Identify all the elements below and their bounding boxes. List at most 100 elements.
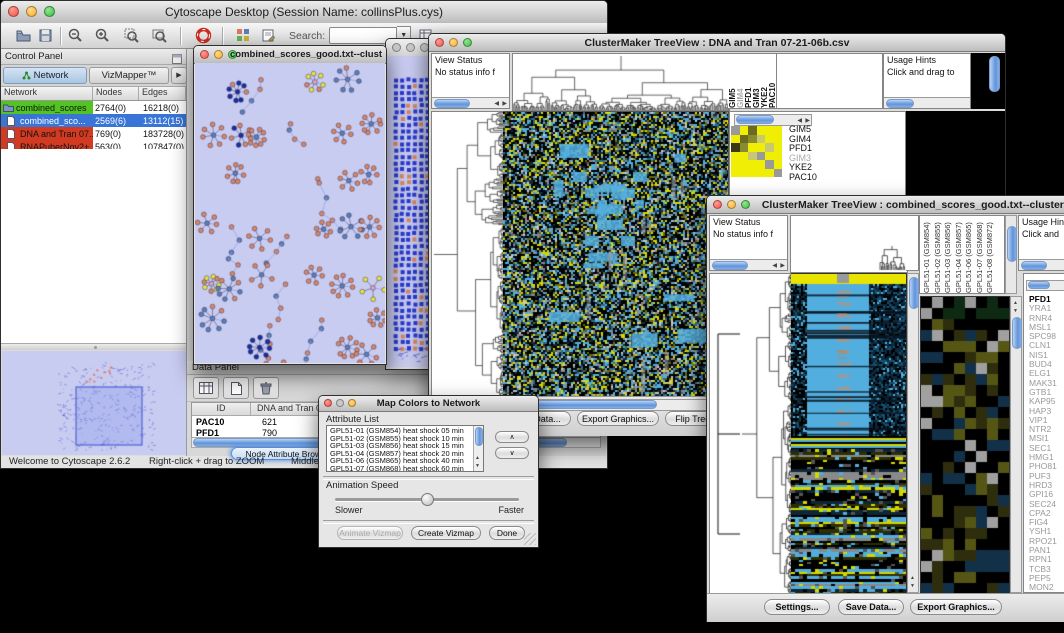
heatmap-cell[interactable] [740, 126, 749, 135]
tv1-row-dendrogram[interactable] [431, 111, 505, 398]
tv2-button-export-graphics[interactable]: Export Graphics... [910, 599, 1002, 615]
dialog-button-done[interactable]: Done [489, 526, 525, 540]
animation-speed-slider[interactable] [335, 498, 519, 501]
heatmap-cell[interactable] [765, 143, 774, 152]
scroll-right-icon[interactable]: ▶ [780, 262, 785, 270]
panel-splitter[interactable] [1, 344, 186, 350]
tv2-zoom-heatmap[interactable] [920, 296, 1010, 595]
scroll-up-icon[interactable]: ▲ [1013, 299, 1018, 307]
tv2-status-hscrollbar[interactable]: ◀ ▶ [710, 259, 787, 270]
heatmap-cell[interactable] [740, 160, 749, 169]
network-tree-empty-area[interactable] [1, 149, 186, 344]
heatmap-cell[interactable] [765, 169, 774, 178]
tv2-button-save-data[interactable]: Save Data... [838, 599, 904, 615]
heatmap-cell[interactable] [774, 135, 783, 144]
heatmap-cell[interactable] [740, 152, 749, 161]
birdseye-toggle-icon[interactable] [235, 27, 252, 44]
attribute-list-item[interactable]: GPL51-03 (GSM856) heat shock 15 min [328, 442, 473, 450]
heatmap-cell[interactable] [748, 169, 757, 178]
close-button[interactable] [713, 200, 722, 209]
scroll-left-icon[interactable]: ◀ [494, 100, 499, 108]
heatmap-cell[interactable] [757, 126, 766, 135]
column-header-nodes[interactable]: Nodes [93, 87, 139, 100]
scroll-down-icon[interactable]: ▼ [475, 462, 480, 470]
attribute-list[interactable]: GPL51-01 (GSM854) heat shock 05 minGPL51… [326, 425, 484, 472]
heatmap-cell[interactable] [774, 169, 783, 178]
resize-grip[interactable] [524, 533, 536, 545]
heatmap-cell[interactable] [731, 152, 740, 161]
tab-overflow-button[interactable]: ▶ [171, 67, 187, 84]
heatmap-cell[interactable] [774, 126, 783, 135]
scroll-down-icon[interactable]: ▼ [1013, 307, 1018, 315]
help-lifesaver-icon[interactable] [195, 27, 212, 44]
heatmap-cell[interactable] [757, 143, 766, 152]
minimize-button[interactable] [727, 200, 736, 209]
save-session-icon[interactable] [37, 27, 54, 44]
heatmap-cell[interactable] [748, 126, 757, 135]
dialog-button-animate-vizmap[interactable]: Animate Vizmap [337, 526, 403, 540]
attribute-list-item[interactable]: GPL51-02 (GSM855) heat shock 10 min [328, 435, 473, 443]
network-tree-row[interactable]: combined_scores2764(0)16218(0) [1, 101, 186, 114]
heatmap-cell[interactable] [740, 169, 749, 178]
scroll-down-icon[interactable]: ▼ [910, 582, 915, 590]
tv1-row-label[interactable]: PAC10 [789, 173, 817, 183]
tv2-column-label[interactable]: GPL51-08 (GSM872) [985, 216, 996, 293]
tv2-row-label[interactable]: MON2 [1029, 583, 1057, 592]
heatmap-cell[interactable] [765, 126, 774, 135]
tv1-right-vscroll-thumb[interactable] [989, 56, 1000, 92]
tv2-collabel-vscrollbar[interactable] [1005, 215, 1017, 294]
heatmap-cell[interactable] [774, 160, 783, 169]
tv2-button-settings[interactable]: Settings... [764, 599, 830, 615]
new-attribute-icon[interactable] [223, 377, 249, 399]
tv2-row-dendrogram[interactable] [709, 273, 793, 595]
move-up-button[interactable]: ∧ [495, 431, 529, 443]
tv2-column-label[interactable]: GPL51-06 (GSM865) [964, 216, 975, 293]
tv2-column-label[interactable]: GPL51-03 (GSM856) [943, 216, 954, 293]
attribute-list-item[interactable]: GPL51-06 (GSM865) heat shock 40 min [328, 457, 473, 465]
tv2-column-label[interactable]: GPL51-04 (GSM857) [954, 216, 965, 293]
heatmap-cell[interactable] [731, 160, 740, 169]
attribute-list-vscrollbar[interactable]: ▲ ▼ [473, 426, 483, 471]
tv1-column-label[interactable]: PAC10 [768, 54, 776, 108]
minimize-button[interactable] [406, 43, 415, 52]
network-tree-row[interactable]: DNA and Tran 07...769(0)183728(0) [1, 127, 186, 140]
float-panel-icon[interactable] [172, 51, 182, 69]
tv2-label-hscrollbar[interactable] [1026, 280, 1064, 291]
tv2-zoom-vscrollbar[interactable]: ▲ ▼ [1010, 296, 1022, 593]
slider-thumb[interactable] [421, 493, 434, 506]
snapshot-icon[interactable] [260, 27, 277, 44]
heatmap-cell[interactable] [740, 143, 749, 152]
heatmap-cell[interactable] [748, 160, 757, 169]
heatmap-cell[interactable] [765, 160, 774, 169]
tv2-hints-hscrollbar[interactable] [1019, 259, 1064, 270]
tv1-column-label[interactable]: GIM3 [752, 54, 760, 108]
attribute-list-item[interactable]: GPL51-01 (GSM854) heat shock 05 min [328, 427, 473, 435]
scroll-left-icon[interactable]: ◀ [772, 262, 777, 270]
scroll-up-icon[interactable]: ▲ [910, 574, 915, 582]
close-button[interactable] [200, 50, 209, 59]
scroll-right-icon[interactable]: ▶ [502, 100, 507, 108]
zoom-fit-icon[interactable] [151, 27, 168, 44]
tv1-status-hscrollbar[interactable]: ◀ ▶ [432, 97, 509, 108]
attribute-list-item[interactable]: GPL51-04 (GSM857) heat shock 20 min [328, 450, 473, 458]
column-header-edges[interactable]: Edges [139, 87, 186, 100]
tv2-mid-vscrollbar[interactable]: ▲ ▼ [907, 273, 919, 593]
tv2-global-heatmap[interactable] [791, 273, 907, 595]
zoom-in-icon[interactable] [94, 27, 111, 44]
heatmap-cell[interactable] [774, 152, 783, 161]
tv1-zoom-heatmap[interactable] [731, 126, 782, 177]
network-tree-row[interactable]: combined_sco...2569(6)13112(15) [1, 114, 186, 127]
tv1-global-heatmap[interactable] [503, 111, 729, 398]
tv1-column-label[interactable]: GIM4 [736, 54, 744, 108]
column-header-network[interactable]: Network [1, 87, 93, 100]
tv1-column-label[interactable]: YKE2 [760, 54, 768, 108]
move-down-button[interactable]: ∨ [495, 447, 529, 459]
heatmap-cell[interactable] [757, 135, 766, 144]
heatmap-cell[interactable] [731, 126, 740, 135]
tv1-column-label[interactable]: PFD1 [744, 54, 752, 108]
zoom-out-icon[interactable] [67, 27, 84, 44]
close-button[interactable] [392, 43, 401, 52]
tab-vizmapper[interactable]: VizMapper™ [89, 67, 169, 84]
heatmap-cell[interactable] [731, 169, 740, 178]
heatmap-cell[interactable] [748, 152, 757, 161]
